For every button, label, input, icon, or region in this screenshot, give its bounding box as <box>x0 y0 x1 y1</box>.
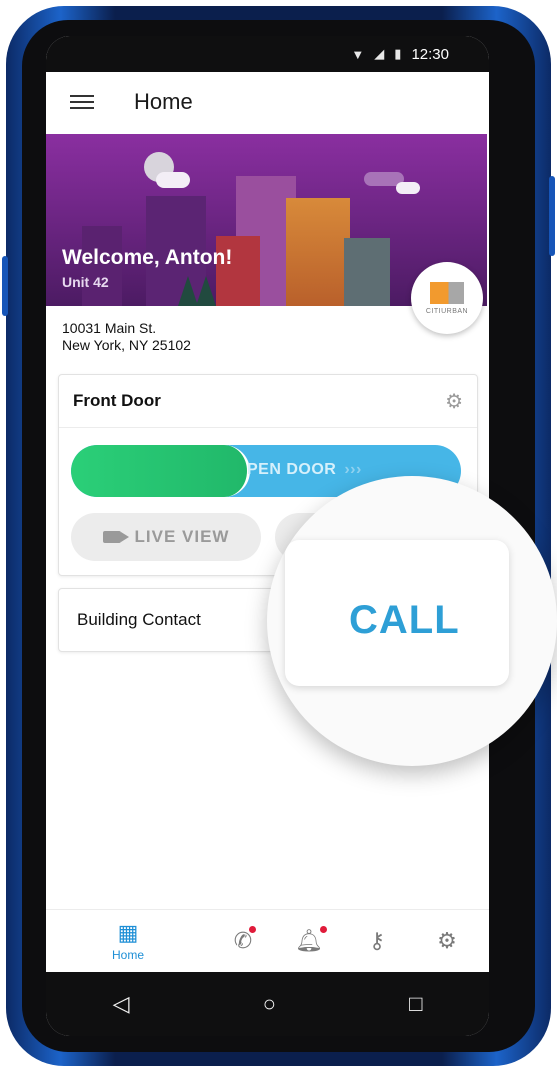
right-side-button <box>549 176 555 256</box>
notification-dot <box>249 926 257 933</box>
left-side-button <box>2 256 8 316</box>
status-bar: ▼ ◢ ▮ 12:30 <box>46 36 489 72</box>
wifi-icon: ▼ <box>351 46 365 62</box>
logo-mark <box>430 281 464 304</box>
video-camera-icon <box>102 531 129 543</box>
welcome-message: Welcome, Anton! <box>62 246 233 269</box>
welcome-banner: Welcome, Anton! Unit 42 CITIURBAN <box>46 134 487 334</box>
nav-home-label: Home <box>111 948 144 962</box>
user-settings-icon: ⚙ <box>437 928 457 953</box>
cloud-illustration <box>396 182 420 194</box>
live-view-button[interactable]: LIVE VIEW <box>71 513 261 561</box>
notification-dot <box>319 926 327 933</box>
status-time: 12:30 <box>411 45 449 63</box>
home-circle-icon[interactable]: ○ <box>263 991 276 1017</box>
gear-icon[interactable]: ⚙ <box>445 389 463 414</box>
app-bar: Home <box>46 72 489 132</box>
door-title: Front Door <box>73 391 161 410</box>
cloud-illustration <box>156 172 190 188</box>
slider-label: PEN DOOR ››› <box>247 461 362 479</box>
key-icon: ⚷ <box>368 928 386 953</box>
page-title: Home <box>134 89 193 114</box>
nav-keys[interactable]: ⚷ <box>352 910 402 972</box>
recents-icon[interactable]: □ <box>409 991 422 1017</box>
logo-text: CITIURBAN <box>425 307 469 315</box>
building-illustration <box>286 198 350 306</box>
system-navigation-bar: ◁ ○ □ <box>46 972 489 1036</box>
battery-icon: ▮ <box>394 46 402 61</box>
nav-settings[interactable]: ⚙ <box>422 910 472 972</box>
call-label[interactable]: CALL <box>349 598 460 643</box>
unit-label: Unit 42 <box>62 274 109 290</box>
signal-icon: ◢ <box>374 46 385 61</box>
phone-icon: ✆ <box>234 926 257 954</box>
building-contact-title: Building Contact <box>77 610 201 629</box>
back-icon[interactable]: ◁ <box>113 991 130 1017</box>
menu-icon[interactable] <box>70 91 94 113</box>
nav-home[interactable]: ▦ Home <box>98 910 158 972</box>
nav-calls[interactable]: ✆ <box>218 910 268 972</box>
management-logo: CITIURBAN <box>411 262 483 334</box>
bottom-navigation: ▦ Home ✆ 🔔︎ ⚷ ⚙ <box>46 909 489 972</box>
bell-icon: 🔔︎ <box>295 926 327 954</box>
live-view-label: LIVE VIEW <box>134 527 230 546</box>
building-icon: ▦ <box>117 920 139 945</box>
chevron-right-icon: ››› <box>344 461 362 478</box>
address-line-2: New York, NY 25102 <box>62 337 191 353</box>
call-magnifier: CALL <box>267 476 557 766</box>
building-illustration <box>344 238 390 306</box>
slider-thumb[interactable] <box>71 445 250 497</box>
tree-illustration <box>178 276 198 306</box>
door-card-header: Front Door ⚙ <box>59 375 477 428</box>
nav-notifications[interactable]: 🔔︎ <box>284 910 334 972</box>
tree-illustration <box>196 276 216 306</box>
slider-label-text: PEN DOOR <box>247 461 337 478</box>
